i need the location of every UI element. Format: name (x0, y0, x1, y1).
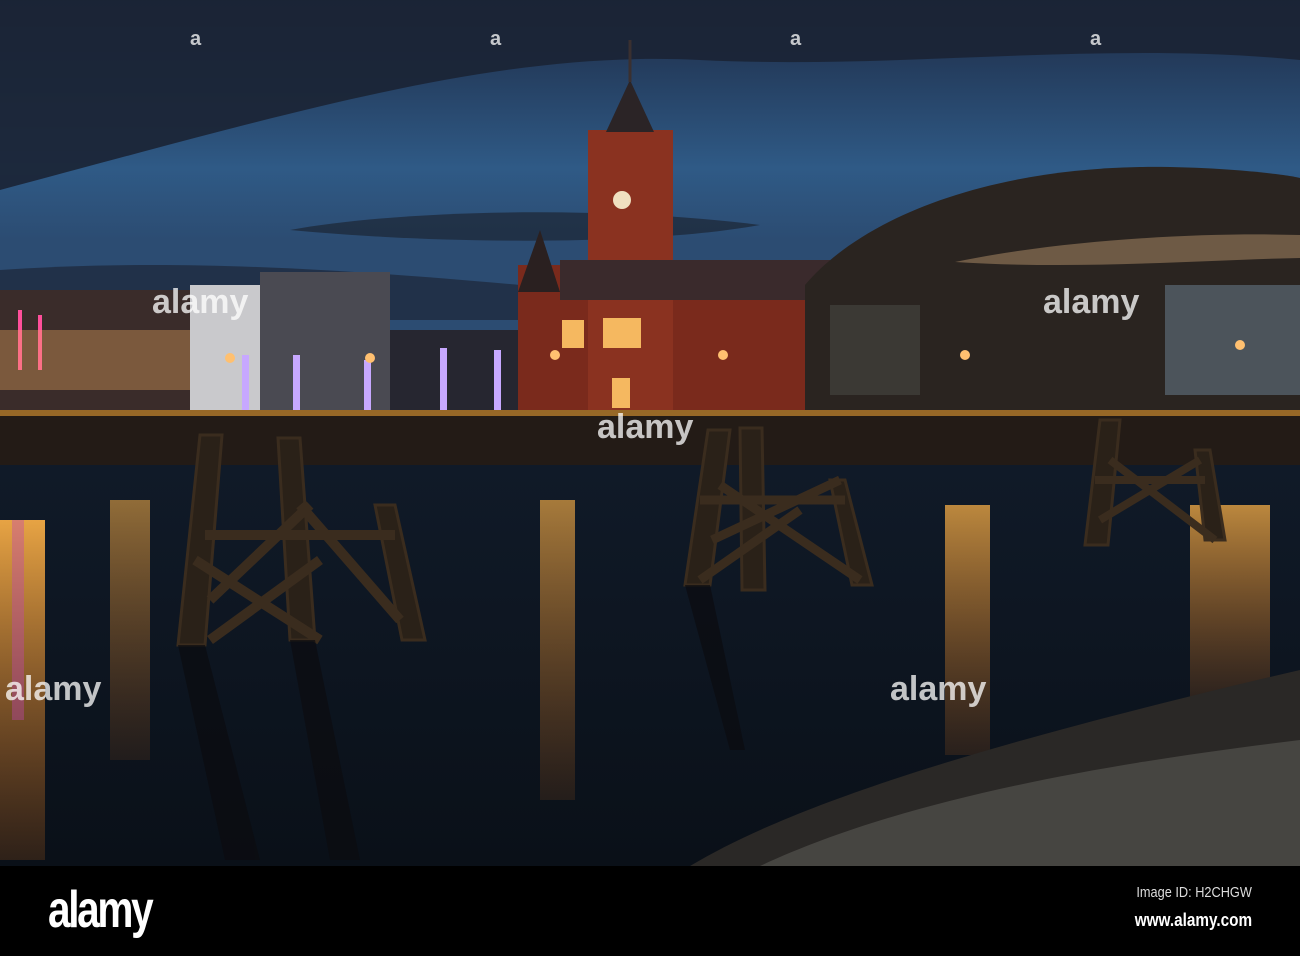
watermark-glyph: a (490, 28, 502, 50)
watermark-glyph: a (1090, 28, 1102, 50)
watermark-text: alamy (890, 670, 987, 708)
alamy-logo: alamy (48, 881, 154, 939)
watermark-text: alamy (1043, 283, 1140, 321)
stock-photo: a a a a alamy alamy alamy alamy alamy al… (0, 0, 1300, 956)
website-link[interactable]: www.alamy.com (1135, 910, 1252, 931)
image-id: Image ID: H2CHGW (1136, 884, 1252, 901)
watermark-text: alamy (597, 408, 694, 446)
watermark-text: alamy (152, 283, 249, 321)
watermark-text: alamy (5, 670, 102, 708)
watermark-glyph: a (190, 28, 202, 50)
footer-bar: alamy Image ID: H2CHGW www.alamy.com (0, 866, 1300, 956)
watermark-glyph: a (790, 28, 802, 50)
